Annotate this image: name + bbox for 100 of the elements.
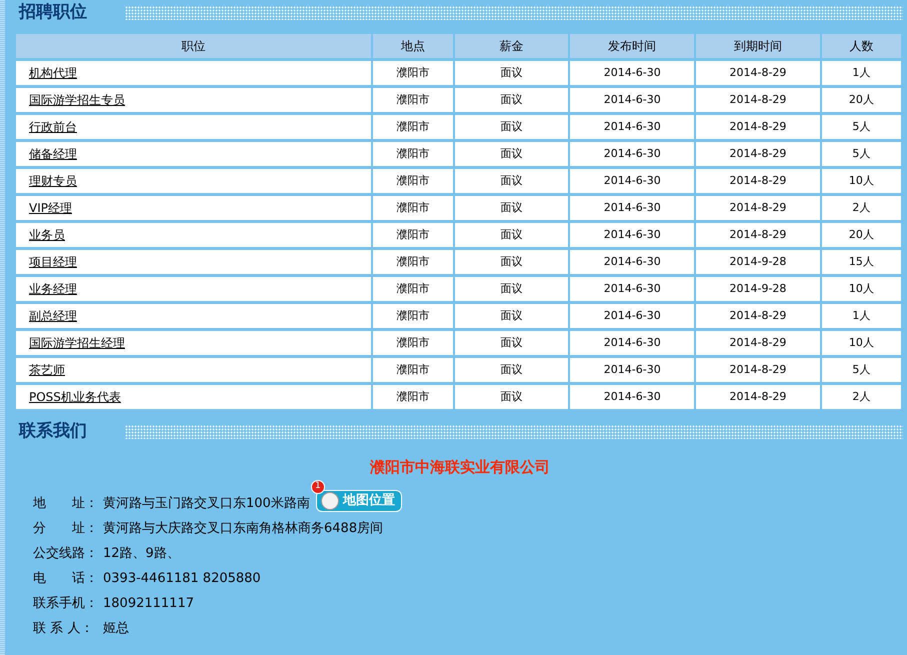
table-cell: 面议 <box>454 61 568 85</box>
table-cell: 濮阳市 <box>373 88 453 112</box>
section-title: 联系我们 <box>19 420 88 443</box>
table-cell: 2014-9-28 <box>696 250 820 274</box>
table-cell: 2014-8-29 <box>696 223 820 247</box>
table-cell: 20人 <box>822 223 901 247</box>
table-cell: 10人 <box>822 169 901 193</box>
contact-label: 联 系 人： <box>33 620 94 638</box>
contact-value: 18092111117 <box>103 595 194 613</box>
contact-value: 0393-4461181 8205880 <box>103 570 261 588</box>
table-cell: 2014-8-29 <box>696 196 820 220</box>
table-cell: 面议 <box>454 385 568 409</box>
table-cell: 2014-6-30 <box>570 115 694 139</box>
table-cell: 2014-6-30 <box>570 169 694 193</box>
job-link[interactable]: POSS机业务代表 <box>29 388 121 406</box>
table-cell: 5人 <box>822 142 901 166</box>
section-title: 招聘职位 <box>19 0 88 24</box>
table-cell: 2014-6-30 <box>570 331 694 355</box>
table-cell: 20人 <box>822 88 901 112</box>
column-header: 地点 <box>373 34 453 58</box>
table-cell: 濮阳市 <box>373 61 453 85</box>
job-link[interactable]: 行政前台 <box>29 118 77 136</box>
job-link[interactable]: 国际游学招生经理 <box>29 334 125 352</box>
table-cell: 濮阳市 <box>373 223 453 247</box>
contact-value: 姬总 <box>103 620 129 638</box>
column-header: 到期时间 <box>696 34 820 58</box>
job-link[interactable]: 储备经理 <box>29 145 77 163</box>
table-cell: 濮阳市 <box>373 196 453 220</box>
column-header: 职位 <box>16 34 372 58</box>
table-cell: 2014-8-29 <box>696 142 820 166</box>
column-header: 发布时间 <box>570 34 694 58</box>
job-link[interactable]: 业务经理 <box>29 280 77 298</box>
company-name: 濮阳市中海联实业有限公司 <box>370 457 550 478</box>
table-cell: 面议 <box>454 250 568 274</box>
job-link[interactable]: 国际游学招生专员 <box>29 91 125 109</box>
table-cell: 2014-6-30 <box>570 385 694 409</box>
table-cell: 15人 <box>822 250 901 274</box>
table-cell: 2014-6-30 <box>570 277 694 301</box>
table-cell: 面议 <box>454 115 568 139</box>
table-cell: 2014-8-29 <box>696 88 820 112</box>
table-cell: 2人 <box>822 385 901 409</box>
contact-label: 公交线路： <box>33 545 99 563</box>
table-cell: 濮阳市 <box>373 142 453 166</box>
job-link[interactable]: 理财专员 <box>29 172 77 190</box>
table-cell: 2014-8-29 <box>696 385 820 409</box>
job-link[interactable]: 项目经理 <box>29 253 77 271</box>
table-cell: 10人 <box>822 277 901 301</box>
table-cell: 2014-6-30 <box>570 304 694 328</box>
table-cell: 5人 <box>822 358 901 382</box>
table-cell: 2014-8-29 <box>696 115 820 139</box>
table-cell: 面议 <box>454 196 568 220</box>
table-cell: 2014-8-29 <box>696 61 820 85</box>
table-cell: 面议 <box>454 223 568 247</box>
table-cell: 濮阳市 <box>373 277 453 301</box>
table-cell: 2人 <box>822 196 901 220</box>
table-cell: 面议 <box>454 88 568 112</box>
table-cell: 面议 <box>454 277 568 301</box>
table-cell: 濮阳市 <box>373 385 453 409</box>
table-cell: 濮阳市 <box>373 169 453 193</box>
table-cell: 2014-8-29 <box>696 169 820 193</box>
table-cell: 2014-6-30 <box>570 61 694 85</box>
table-cell: 2014-6-30 <box>570 223 694 247</box>
table-cell: 2014-6-30 <box>570 358 694 382</box>
table-cell: 1人 <box>822 304 901 328</box>
column-header: 人数 <box>822 34 902 58</box>
table-cell: 濮阳市 <box>373 115 453 139</box>
contact-label: 分 址： <box>33 520 99 538</box>
job-link[interactable]: 业务员 <box>29 226 65 244</box>
table-cell: 2014-8-29 <box>696 304 820 328</box>
table-cell: 濮阳市 <box>373 331 453 355</box>
table-cell: 濮阳市 <box>373 304 453 328</box>
table-cell: 面议 <box>454 304 568 328</box>
table-cell: 1人 <box>822 61 901 85</box>
table-cell: 2014-6-30 <box>570 196 694 220</box>
table-cell: 面议 <box>454 358 568 382</box>
table-cell: 濮阳市 <box>373 358 453 382</box>
contact-value: 黄河路与玉门路交叉口东100米路南 <box>103 495 310 513</box>
job-link[interactable]: VIP经理 <box>29 199 72 217</box>
table-cell: 2014-6-30 <box>570 250 694 274</box>
table-cell: 2014-6-30 <box>570 88 694 112</box>
badge: 1 <box>310 480 325 494</box>
job-link[interactable]: 茶艺师 <box>29 361 65 379</box>
table-cell: 2014-8-29 <box>696 331 820 355</box>
table-cell: 濮阳市 <box>373 250 453 274</box>
contact-value: 12路、9路、 <box>103 545 180 563</box>
table-cell: 2014-9-28 <box>696 277 820 301</box>
job-link[interactable]: 副总经理 <box>29 307 77 325</box>
table-cell: 5人 <box>822 115 901 139</box>
table-cell: 2014-8-29 <box>696 358 820 382</box>
contact-label: 电 话： <box>33 570 99 588</box>
column-header: 薪金 <box>454 34 568 58</box>
table-cell: 面议 <box>454 142 568 166</box>
job-link[interactable]: 机构代理 <box>29 64 77 82</box>
table-cell: 10人 <box>822 331 901 355</box>
table-cell: 面议 <box>454 331 568 355</box>
table-cell: 2014-6-30 <box>570 142 694 166</box>
contact-label: 联系手机： <box>33 595 99 613</box>
table-cell: 面议 <box>454 169 568 193</box>
contact-value: 黄河路与大庆路交叉口东南角格林商务6488房间 <box>103 520 384 538</box>
contact-label: 地 址： <box>33 495 99 513</box>
